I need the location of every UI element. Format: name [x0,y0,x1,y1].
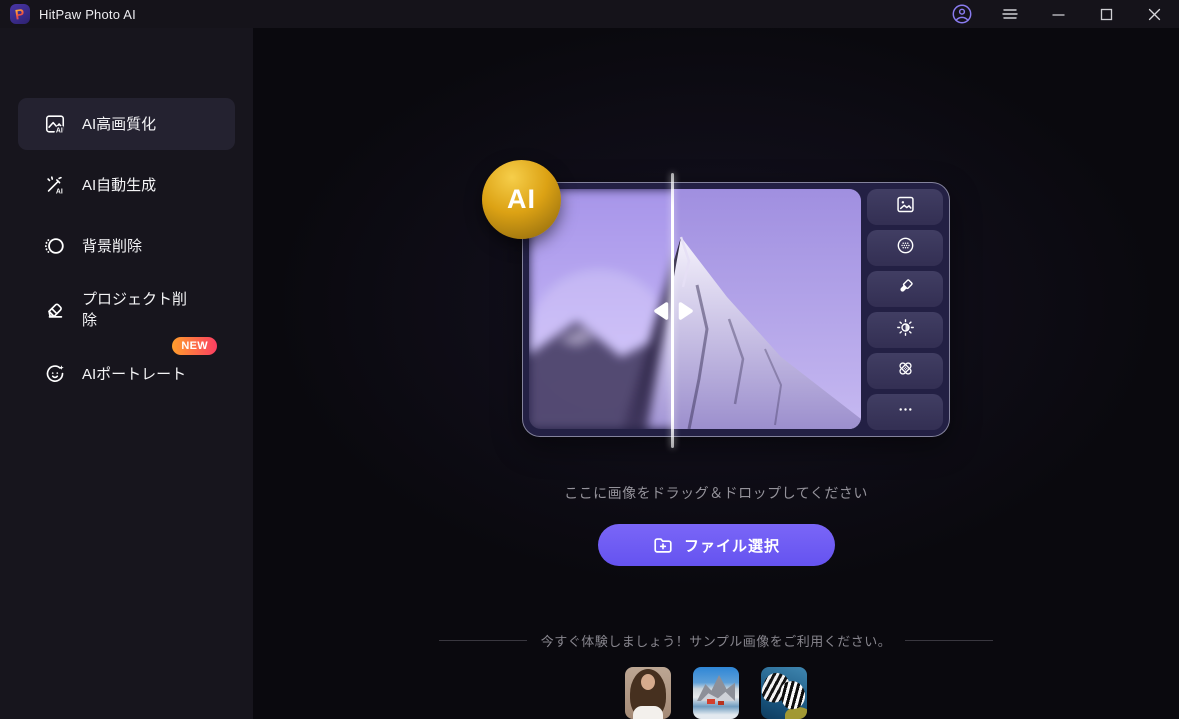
object-eraser-icon [44,299,66,321]
slider-right-arrow-icon [678,300,695,327]
maximize-button[interactable] [1091,1,1121,27]
sidebar: AI AI高画質化 AI AI自動生成 背景削除 プロジェクト削除 NEW AI… [0,28,253,719]
brightness-icon [895,317,916,343]
app-logo: P [10,4,30,24]
sample-tip-row: 今すぐ体験しましょう！サンプル画像をご利用ください。 [438,631,994,650]
svg-text:AI: AI [56,189,63,196]
close-icon [1148,8,1161,21]
sidebar-item-label: AI高画質化 [82,115,157,133]
before-after-image [529,189,861,429]
maximize-icon [1100,8,1113,21]
sidebar-item-label: AI自動生成 [82,176,157,194]
denoise-icon [895,235,916,261]
background-removal-icon [44,235,66,257]
more-tool-button [867,394,943,430]
ai-portrait-icon [44,363,66,385]
sidebar-item-label: 背景削除 [82,237,143,255]
sidebar-item-object-eraser[interactable]: プロジェクト削除 [18,281,235,339]
hero-illustration: AI [482,160,950,448]
repair-tool-button [867,353,943,389]
close-button[interactable] [1139,1,1169,27]
account-icon [951,3,973,25]
minimize-button[interactable] [1043,1,1073,27]
edit-toolbar [861,189,943,430]
sample-tip-text: 今すぐ体験しましょう！サンプル画像をご利用ください。 [540,634,892,649]
titlebar: P HitPaw Photo AI [0,0,1179,28]
sample-image-landscape[interactable] [693,667,739,719]
menu-button[interactable] [995,1,1025,27]
ai-generate-icon: AI [44,174,66,196]
menu-icon [1002,7,1018,21]
compare-slider-line [671,173,674,448]
tip-divider-left [438,640,527,641]
svg-text:AI: AI [56,128,63,135]
sidebar-item-ai-portrait[interactable]: NEW AIポートレート [18,337,235,400]
image-icon [895,194,916,220]
main-drop-area[interactable]: AI ここに画像をドラッグ＆ドロップしてください ファイル選択 今すぐ体験しまし… [253,28,1179,719]
colorize-tool-button [867,271,943,307]
colorize-brush-icon [895,276,916,302]
sidebar-item-label: AIポートレート [82,365,187,383]
ai-enhance-icon: AI [44,113,66,135]
folder-plus-icon [652,534,674,556]
sidebar-item-label: プロジェクト削除 [82,291,188,329]
select-file-button[interactable]: ファイル選択 [597,524,835,566]
minimize-icon [1051,8,1065,21]
account-button[interactable] [947,1,977,27]
sidebar-item-background-removal[interactable]: 背景削除 [18,220,235,272]
sample-image-row [625,667,807,719]
drop-hint-text: ここに画像をドラッグ＆ドロップしてください [564,485,868,501]
new-badge: NEW [172,337,217,355]
ai-gold-badge: AI [482,160,561,239]
compare-card [522,182,950,437]
brightness-tool-button [867,312,943,348]
app-window: P HitPaw Photo AI AI AI高画質化 AI AI自動生成 背景… [0,0,1179,719]
tip-divider-right [905,640,994,641]
more-dots-icon [895,399,916,425]
sample-image-portrait[interactable] [625,667,671,719]
sidebar-item-ai-generate[interactable]: AI AI自動生成 [18,159,235,211]
repair-patch-icon [895,358,916,384]
image-tool-button [867,189,943,225]
slider-left-arrow-icon [652,300,669,327]
denoise-tool-button [867,230,943,266]
sidebar-item-ai-enhance[interactable]: AI AI高画質化 [18,98,235,150]
sample-image-fish[interactable] [761,667,807,719]
app-title: HitPaw Photo AI [39,6,136,22]
select-file-label: ファイル選択 [683,537,780,555]
